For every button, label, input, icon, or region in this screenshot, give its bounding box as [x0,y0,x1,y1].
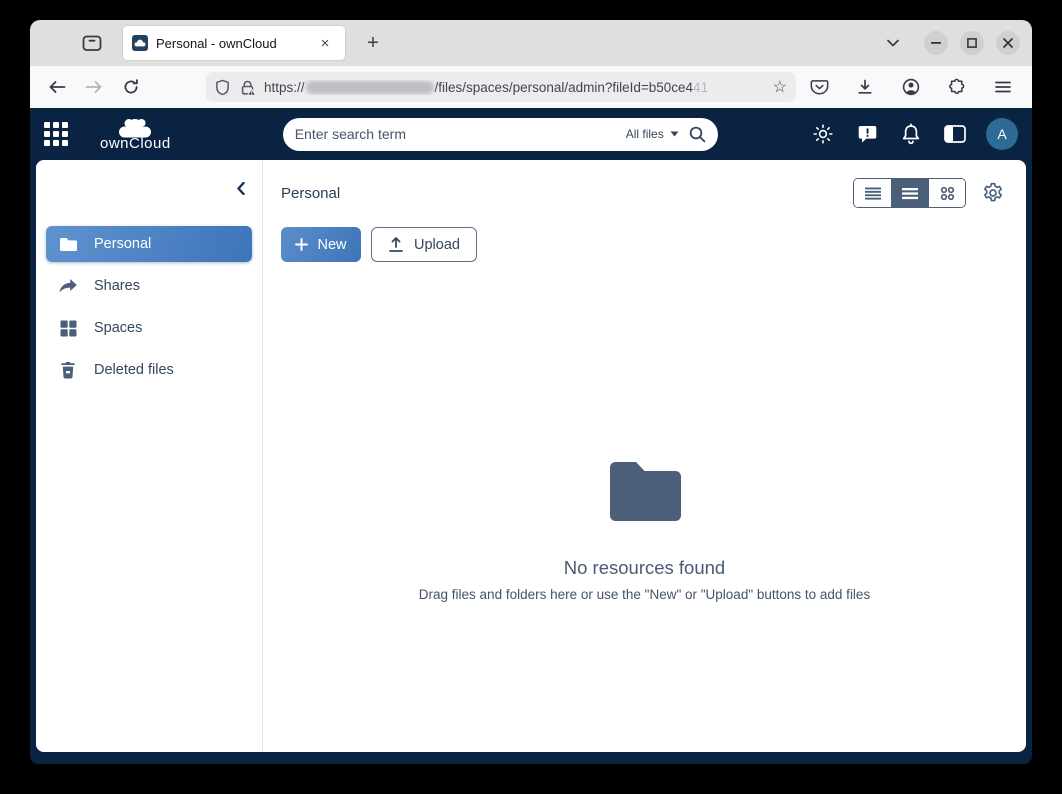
search-bar: All files [283,118,718,151]
menu-icon[interactable] [988,72,1018,102]
sidebar-collapse-icon[interactable] [237,182,245,195]
view-tiles-icon[interactable] [928,179,965,207]
sidebar-item-spaces[interactable]: Spaces [46,310,252,346]
app-switcher-icon[interactable] [44,122,68,146]
tab-personal-owncloud[interactable]: Personal - ownCloud × [123,26,345,60]
owncloud-favicon [132,35,148,51]
folder-icon [56,237,80,252]
tab-title: Personal - ownCloud [156,36,314,51]
account-icon[interactable] [896,72,926,102]
search-input[interactable] [295,126,626,142]
files-main-pane: Personal [263,160,1026,752]
new-tab-button[interactable]: + [358,28,388,58]
content-card: Personal Shares Spaces [36,160,1026,752]
minimize-button[interactable] [924,31,948,55]
spaces-grid-icon [56,320,80,337]
owncloud-header-right: A [810,118,1018,150]
theme-toggle-sun-icon[interactable] [810,121,836,147]
avatar-initial: A [997,126,1006,142]
app-body: Personal Shares Spaces [30,160,1032,764]
tracking-shield-icon[interactable] [215,79,230,96]
file-actions: New Upload [281,227,1008,262]
view-settings-gear-icon[interactable] [982,182,1004,204]
sidebar-item-deleted-files[interactable]: Deleted files [46,352,252,388]
chevron-down-icon [670,131,679,137]
extensions-icon[interactable] [942,72,972,102]
plus-icon [295,238,308,251]
user-avatar[interactable]: A [986,118,1018,150]
tab-strip: Personal - ownCloud × + [30,20,1032,66]
browser-toolbar: https:// /files/spaces/personal/admin?fi… [30,66,1032,108]
url-redacted-host [306,81,434,94]
sidebar-item-label: Spaces [94,320,142,336]
empty-state-heading: No resources found [564,557,725,579]
insecure-lock-icon[interactable] [239,79,257,96]
tab-close-icon[interactable]: × [314,32,336,54]
window-controls [924,31,1020,55]
toolbar-right-icons [804,72,1018,102]
sidebar-item-label: Personal [94,236,151,252]
upload-button[interactable]: Upload [371,227,477,262]
share-arrow-icon [56,278,80,295]
forward-icon[interactable] [79,72,109,102]
firefox-view-icon[interactable] [76,27,108,59]
empty-folder-icon [606,458,684,521]
url-text: https:// /files/spaces/personal/admin?fi… [264,80,769,95]
new-button[interactable]: New [281,227,361,262]
browser-window: Personal - ownCloud × + [30,20,1032,764]
view-mode-switcher [853,178,966,208]
owncloud-logo[interactable]: ownCloud [100,116,171,152]
sidebar-toggle-icon[interactable] [942,121,968,147]
search-filter-dropdown[interactable]: All files [626,127,679,141]
bookmark-star-icon[interactable]: ☆ [773,77,787,97]
back-icon[interactable] [42,72,72,102]
maximize-button[interactable] [960,31,984,55]
owncloud-logo-text: ownCloud [100,135,171,152]
close-button[interactable] [996,31,1020,55]
trash-icon [56,361,80,379]
empty-state: No resources found Drag files and folder… [281,458,1008,602]
breadcrumb-personal[interactable]: Personal [281,185,340,202]
view-default-list-icon[interactable] [891,179,928,207]
upload-button-label: Upload [414,237,460,253]
url-scheme: https:// [264,80,305,95]
url-bar[interactable]: https:// /files/spaces/personal/admin?fi… [206,72,796,102]
new-button-label: New [317,237,346,253]
url-path: /files/spaces/personal/admin?fileId=b50c… [435,80,694,95]
sidebar-item-label: Deleted files [94,362,174,378]
list-all-tabs-icon[interactable] [878,28,908,58]
sidebar-item-shares[interactable]: Shares [46,268,252,304]
feedback-message-icon[interactable] [854,121,880,147]
upload-icon [388,236,404,253]
owncloud-header: ownCloud All files [30,108,1032,160]
empty-state-subtext: Drag files and folders here or use the "… [419,587,870,602]
search-filter-label: All files [626,127,664,141]
reload-icon[interactable] [116,72,146,102]
pocket-icon[interactable] [804,72,834,102]
sidebar-nav: Personal Shares Spaces [36,226,262,388]
sidebar-item-label: Shares [94,278,140,294]
downloads-icon[interactable] [850,72,880,102]
url-path-faded: 41 [693,80,708,95]
view-condensed-list-icon[interactable] [854,179,891,207]
notifications-bell-icon[interactable] [898,121,924,147]
sidebar-item-personal[interactable]: Personal [46,226,252,262]
main-header: Personal [281,178,1008,208]
search-icon[interactable] [689,126,706,143]
files-sidebar: Personal Shares Spaces [36,160,263,752]
